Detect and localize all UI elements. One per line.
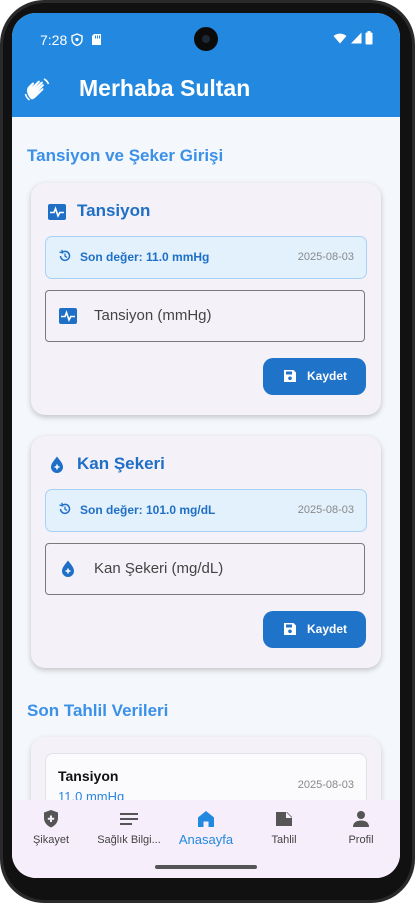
status-bar: 7:28 [12, 13, 400, 65]
scroll-content[interactable]: Tansiyon ve Şeker Girişi Tansiyon Son de… [12, 117, 400, 800]
list-item[interactable]: Tansiyon 11.0 mmHg 2025-08-03 [45, 753, 367, 800]
bp-card-title: Tansiyon [77, 201, 151, 220]
file-icon [276, 812, 292, 826]
history-icon [59, 249, 71, 262]
battery-icon [365, 31, 373, 45]
lab-item-value: 11.0 mmHg [58, 789, 125, 800]
lab-results-card: Tansiyon 11.0 mmHg 2025-08-03 [31, 737, 381, 800]
bp-input-placeholder: Tansiyon (mmHg) [94, 307, 212, 324]
nav-item-anasayfa[interactable]: Anasayfa [167, 800, 245, 860]
blood-drop-icon [62, 560, 74, 577]
sugar-last-value: Son değer: 101.0 mg/dL [80, 503, 216, 517]
status-time: 7:28 [40, 32, 68, 48]
nav-item-sikayet[interactable]: Şikayet [12, 800, 90, 860]
heart-monitor-icon [48, 204, 66, 220]
home-icon [198, 811, 214, 827]
nav-label-profil: Profil [348, 834, 374, 846]
sd-card-icon [92, 34, 101, 45]
blood-pressure-card: Tansiyon Son değer: 11.0 mmHg 2025-08-03… [31, 183, 381, 415]
front-camera [194, 27, 218, 51]
nav-label-saglik-bilgi: Sağlık Bilgi... [97, 834, 161, 846]
lab-item-date: 2025-08-03 [297, 779, 354, 791]
shield-plus-icon [44, 810, 58, 828]
sugar-save-button[interactable]: Kaydet [263, 611, 366, 648]
bp-save-label: Kaydet [307, 369, 348, 383]
wifi-icon [333, 33, 347, 44]
save-icon [284, 370, 296, 382]
nav-item-tahlil[interactable]: Tahlil [245, 800, 323, 860]
lines-icon [120, 813, 138, 825]
app-bar: 7:28 Merhaba Sultan [12, 13, 400, 117]
save-icon [284, 623, 296, 635]
sugar-input-field[interactable]: Kan Şekeri (mg/dL) [45, 543, 365, 595]
screen: 7:28 Merhaba Sultan Tansiyon ve Şeker Gi… [12, 13, 400, 878]
nav-item-saglik-bilgi[interactable]: Sağlık Bilgi... [90, 800, 168, 860]
sugar-input-placeholder: Kan Şekeri (mg/dL) [94, 560, 224, 577]
blood-sugar-card: Kan Şekeri Son değer: 101.0 mg/dL 2025-0… [31, 436, 381, 668]
nav-label-anasayfa: Anasayfa [178, 832, 234, 847]
signal-icon [351, 32, 362, 44]
lab-item-name: Tansiyon [58, 768, 119, 784]
heart-monitor-icon [59, 308, 77, 324]
nav-item-profil[interactable]: Profil [322, 800, 400, 860]
sugar-last-value-box: Son değer: 101.0 mg/dL 2025-08-03 [45, 489, 367, 532]
nav-label-sikayet: Şikayet [32, 834, 70, 846]
waving-hand-icon [24, 78, 50, 101]
page-title: Merhaba Sultan [79, 75, 251, 101]
bp-save-button[interactable]: Kaydet [263, 358, 366, 395]
lab-section-title: Son Tahlil Verileri [27, 701, 169, 720]
blood-drop-icon [51, 456, 63, 473]
gesture-bar[interactable] [155, 865, 257, 869]
shield-status-icon [71, 33, 83, 46]
history-icon [59, 502, 71, 515]
sugar-last-date: 2025-08-03 [297, 504, 354, 516]
bp-last-value: Son değer: 11.0 mmHg [80, 250, 210, 264]
bp-input-field[interactable]: Tansiyon (mmHg) [45, 290, 365, 342]
person-icon [353, 811, 369, 827]
bp-last-date: 2025-08-03 [297, 251, 354, 263]
sugar-save-label: Kaydet [307, 622, 348, 636]
bp-last-value-box: Son değer: 11.0 mmHg 2025-08-03 [45, 236, 367, 279]
sugar-card-title: Kan Şekeri [77, 454, 165, 473]
nav-label-tahlil: Tahlil [271, 834, 297, 846]
entry-section-title: Tansiyon ve Şeker Girişi [27, 146, 224, 165]
